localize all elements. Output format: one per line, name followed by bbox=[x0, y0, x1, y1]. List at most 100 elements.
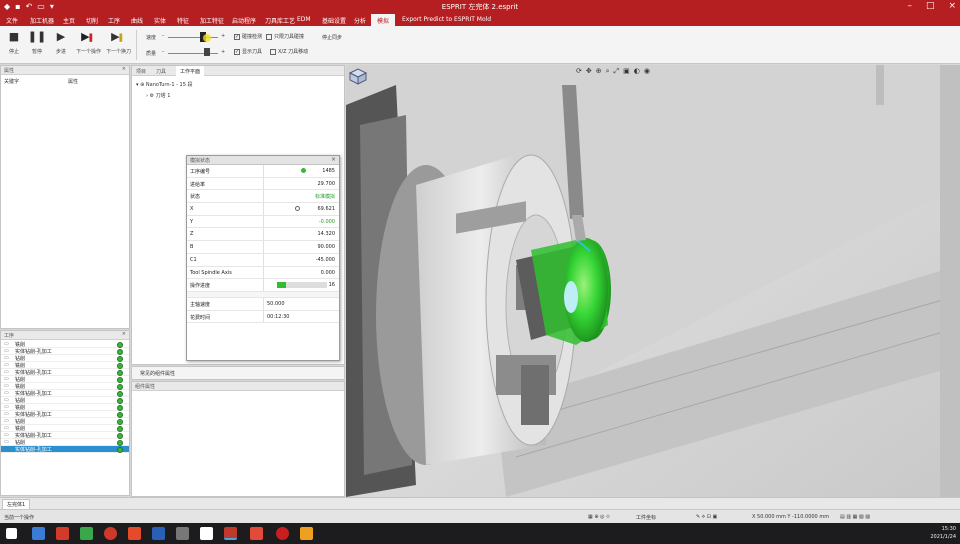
operation-row[interactable]: ▭ 钻削 bbox=[1, 439, 129, 446]
taskbar-app-icon[interactable] bbox=[300, 527, 313, 540]
tab-edm[interactable]: EDM bbox=[297, 16, 311, 23]
operation-row[interactable]: ▭ 铣削 bbox=[1, 383, 129, 390]
xz-tool-move-checkbox[interactable]: X/Z 刀具移动 bbox=[270, 48, 308, 55]
operation-row[interactable]: ▭ 实体钻削-孔加工 bbox=[1, 432, 129, 439]
operation-row[interactable]: ▭ 铣削 bbox=[1, 362, 129, 369]
status-value: -0.000 bbox=[318, 218, 335, 225]
next-operation-button[interactable]: ▶▌ 下一个操作 bbox=[76, 30, 101, 55]
operation-row[interactable]: ▭ 钻削 bbox=[1, 418, 129, 425]
expand-icon[interactable]: › bbox=[146, 93, 148, 99]
operation-icon: ▭ bbox=[4, 355, 9, 361]
quality-slider-track[interactable] bbox=[168, 53, 218, 54]
step-button[interactable]: ▶ 步进 bbox=[49, 30, 73, 55]
operation-row[interactable]: ▭ 实体钻削-孔加工 bbox=[1, 390, 129, 397]
taskbar-app-icon[interactable] bbox=[276, 527, 289, 540]
collision-check-checkbox[interactable]: ✓ 碰撞检测 bbox=[234, 33, 262, 40]
coordinate-mode[interactable]: 工件坐标 bbox=[636, 514, 656, 521]
tab-export-predict[interactable]: Export Predict to ESPRIT Mold bbox=[402, 16, 491, 23]
taskbar-app-icon[interactable] bbox=[128, 527, 141, 540]
tab-project[interactable]: 项目 bbox=[136, 68, 146, 75]
tab-programs[interactable]: 启动程序 bbox=[232, 16, 256, 25]
tab-solids[interactable]: 实体 bbox=[154, 16, 166, 25]
stop-sync-button[interactable]: 停止同步 bbox=[322, 34, 342, 41]
start-icon[interactable] bbox=[6, 528, 17, 539]
properties-columns: 关键字 属性 bbox=[4, 78, 126, 87]
taskbar-esprit-icon[interactable] bbox=[224, 527, 237, 540]
status-value: 90.000 bbox=[317, 244, 336, 251]
minimize-icon[interactable]: – bbox=[907, 1, 912, 11]
pin-icon[interactable]: × bbox=[122, 331, 126, 337]
tab-tool-library[interactable]: 刀具库工艺 bbox=[265, 16, 295, 25]
zoom-window-icon[interactable]: ⌕ bbox=[606, 67, 610, 77]
tab-file[interactable]: 文件 bbox=[6, 16, 18, 25]
stop-icon: ■ bbox=[8, 30, 20, 43]
view-mode-icon[interactable]: ▣ bbox=[623, 67, 630, 77]
stop-button[interactable]: ■ 停止 bbox=[2, 30, 26, 55]
tab-simulation[interactable]: 模拟 bbox=[371, 14, 396, 26]
step-icon: ▶ bbox=[56, 30, 66, 43]
close-icon[interactable]: × bbox=[331, 156, 336, 163]
tab-home[interactable]: 主页 bbox=[63, 16, 75, 25]
zoom-icon[interactable]: ⊕ bbox=[596, 67, 602, 77]
operation-row[interactable]: ▭ 铣削 bbox=[1, 404, 129, 411]
tool-collision-only-checkbox[interactable]: 只限刀具碰撞 bbox=[266, 33, 304, 40]
globe-icon[interactable]: ◉ bbox=[644, 67, 650, 77]
operation-row[interactable]: ▭ 实体钻削-孔加工 bbox=[1, 369, 129, 376]
tree-child-turret[interactable]: › ⚙ 刀塔 1 bbox=[146, 92, 170, 99]
operation-row[interactable]: ▭ 实体钻削-孔加工 bbox=[1, 411, 129, 418]
operation-row[interactable]: ▭ 钻削 bbox=[1, 376, 129, 383]
taskbar-app-icon[interactable] bbox=[152, 527, 165, 540]
common-properties-bar[interactable]: 常见的组件属性 bbox=[131, 366, 345, 380]
fit-icon[interactable]: ⤢ bbox=[614, 67, 620, 77]
component-properties-panel: 组件属性 bbox=[131, 381, 345, 497]
pan-icon[interactable]: ✥ bbox=[586, 67, 592, 77]
rotate-icon[interactable]: ⟳ bbox=[576, 67, 582, 77]
tab-features[interactable]: 特征 bbox=[177, 16, 189, 25]
view-cube-icon[interactable] bbox=[348, 67, 368, 85]
status-row: B 90.000 bbox=[187, 241, 339, 254]
status-icons: ▦ ⊕ ◎ ⟐ bbox=[588, 514, 610, 520]
tab-workplanes[interactable]: 工作平面 bbox=[176, 66, 205, 76]
tab-basic-settings[interactable]: 基础设置 bbox=[322, 16, 346, 25]
expand-icon[interactable]: ▾ bbox=[136, 82, 139, 88]
quality-label: 质量 bbox=[146, 51, 157, 57]
project-tabs: 项目 刀具 工作平面 bbox=[132, 66, 344, 76]
operation-row[interactable]: ▭ 钻削 bbox=[1, 397, 129, 404]
taskbar-app-icon[interactable] bbox=[104, 527, 117, 540]
quality-slider-thumb[interactable] bbox=[204, 48, 210, 56]
taskbar-app-icon[interactable] bbox=[80, 527, 93, 540]
pause-button[interactable]: ❚❚ 暂停 bbox=[25, 30, 49, 55]
display-mode-icon[interactable]: ◐ bbox=[634, 67, 640, 77]
tab-tools[interactable]: 刀具 bbox=[156, 68, 166, 75]
tab-machining-features[interactable]: 加工特征 bbox=[200, 16, 224, 25]
taskbar-app-icon[interactable] bbox=[176, 527, 189, 540]
taskbar-app-icon[interactable] bbox=[56, 527, 69, 540]
next-toolchange-button[interactable]: ▶▌ 下一个换刀 bbox=[106, 30, 131, 55]
operation-row[interactable]: ▭ 铣削 bbox=[1, 425, 129, 432]
speed-plus-icon[interactable]: + bbox=[221, 33, 225, 39]
close-icon[interactable]: × bbox=[948, 1, 956, 11]
tab-machine[interactable]: 加工机器 bbox=[30, 16, 54, 25]
quality-plus-icon[interactable]: + bbox=[221, 49, 225, 55]
taskbar-app-icon[interactable] bbox=[250, 527, 263, 540]
status-key: 状态 bbox=[190, 194, 201, 201]
tab-analysis[interactable]: 分析 bbox=[354, 16, 366, 25]
speed-minus-icon[interactable]: – bbox=[162, 33, 165, 39]
operation-row[interactable]: ▭ 铣削 bbox=[1, 341, 129, 348]
operation-row[interactable]: ▭ 实体钻削-孔加工 bbox=[1, 348, 129, 355]
tree-root[interactable]: ▾ ⊕ NanoTurn-1 - 15 段 bbox=[136, 81, 192, 88]
taskbar-app-icon[interactable] bbox=[32, 527, 45, 540]
3d-viewport[interactable] bbox=[346, 65, 960, 497]
pin-icon[interactable]: × bbox=[122, 66, 126, 72]
tab-operations[interactable]: 工序 bbox=[108, 16, 120, 25]
operation-row[interactable]: ▭ 实体钻削-孔加工 bbox=[1, 446, 129, 453]
tab-cut[interactable]: 切削 bbox=[86, 16, 98, 25]
show-tool-checkbox[interactable]: ✓ 显示刀具 bbox=[234, 48, 262, 55]
maximize-icon[interactable]: □ bbox=[926, 1, 935, 11]
operation-icon: ▭ bbox=[4, 390, 9, 396]
taskbar-app-icon[interactable] bbox=[200, 527, 213, 540]
operation-row[interactable]: ▭ 钻削 bbox=[1, 355, 129, 362]
tab-curves[interactable]: 曲线 bbox=[131, 16, 143, 25]
status-row: Y -0.000 bbox=[187, 215, 339, 229]
quality-minus-icon[interactable]: – bbox=[162, 49, 165, 55]
